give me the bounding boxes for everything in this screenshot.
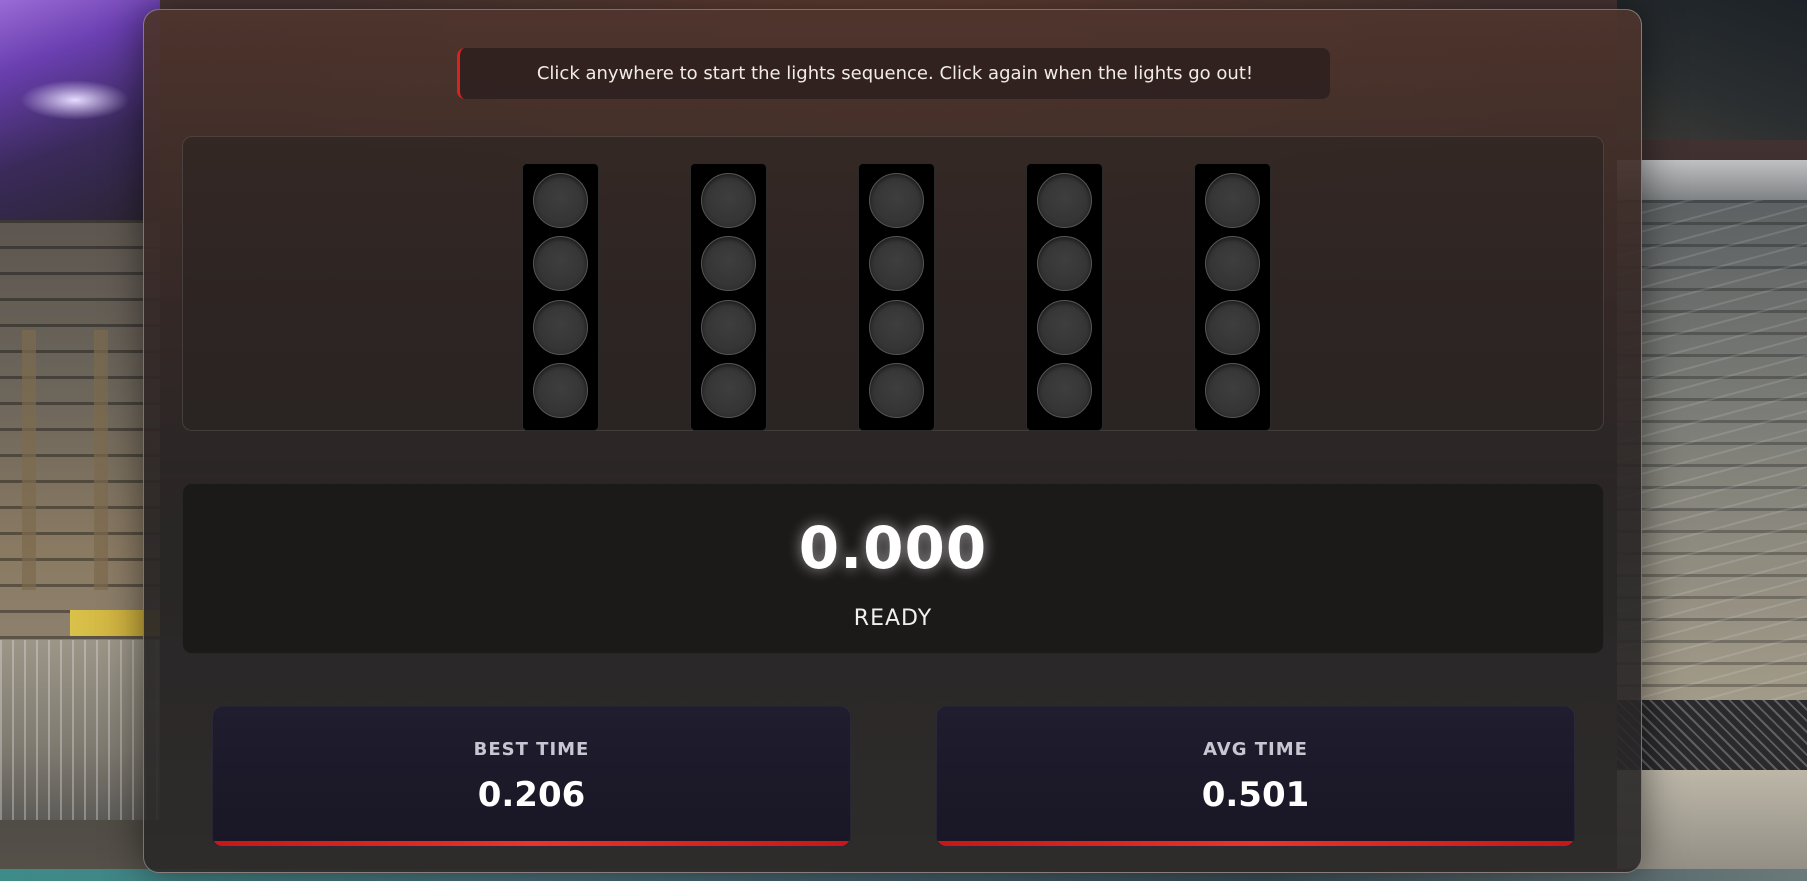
instruction-banner[interactable]: Click anywhere to start the lights seque… — [457, 48, 1330, 99]
light-bulb — [1037, 236, 1092, 291]
light-bulb — [533, 236, 588, 291]
light-bulb — [533, 363, 588, 418]
background-fence-left — [0, 640, 160, 820]
light-bulb — [869, 236, 924, 291]
reaction-timer-panel: 0.000 READY — [182, 483, 1604, 654]
background-light-glow — [20, 80, 130, 120]
light-unit-5 — [1194, 163, 1271, 431]
light-bulb — [701, 236, 756, 291]
light-bulb — [869, 363, 924, 418]
light-bulb — [1037, 300, 1092, 355]
best-time-value: 0.206 — [477, 775, 586, 815]
light-bulb — [1205, 173, 1260, 228]
light-bulb — [1037, 363, 1092, 418]
light-bulb — [1205, 363, 1260, 418]
light-bulb — [701, 300, 756, 355]
light-bulb — [533, 173, 588, 228]
light-bulb — [1037, 173, 1092, 228]
avg-time-label: AVG TIME — [1203, 739, 1308, 760]
light-unit-2 — [690, 163, 767, 431]
best-time-card: BEST TIME 0.206 — [212, 706, 851, 847]
light-bulb — [701, 173, 756, 228]
game-panel[interactable]: Click anywhere to start the lights seque… — [143, 9, 1642, 873]
best-time-label: BEST TIME — [473, 739, 590, 760]
background-roof-right — [1617, 0, 1807, 140]
avg-time-value: 0.501 — [1201, 775, 1310, 815]
background-canopy-right — [1617, 160, 1807, 200]
background-pillars-left — [22, 330, 142, 590]
light-bulb — [701, 363, 756, 418]
reaction-time-display: 0.000 — [798, 514, 988, 582]
background-grandstand-right — [1617, 200, 1807, 700]
light-bulb — [1205, 300, 1260, 355]
light-bulb — [1205, 236, 1260, 291]
light-bulb — [869, 173, 924, 228]
light-bulb — [869, 300, 924, 355]
avg-time-card: AVG TIME 0.501 — [936, 706, 1575, 847]
start-lights-panel[interactable] — [182, 136, 1604, 431]
status-label: READY — [853, 606, 933, 631]
background-banner-right — [1617, 700, 1807, 770]
light-bulb — [533, 300, 588, 355]
light-unit-1 — [522, 163, 599, 431]
background-track-right — [1617, 770, 1807, 881]
light-unit-4 — [1026, 163, 1103, 431]
light-unit-3 — [858, 163, 935, 431]
